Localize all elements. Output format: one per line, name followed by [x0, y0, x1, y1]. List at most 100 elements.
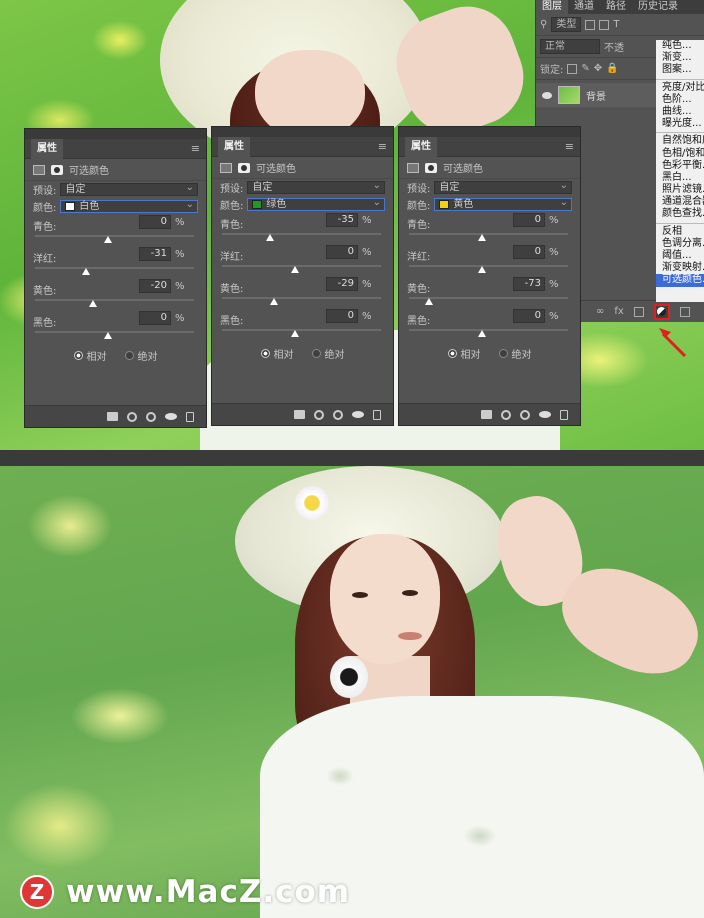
slider-handle[interactable]: [265, 234, 274, 241]
fx-icon[interactable]: fx: [614, 306, 623, 317]
slider-value-input[interactable]: -73: [513, 277, 545, 291]
trash-icon[interactable]: [560, 409, 568, 420]
menu-item-photo-filter[interactable]: 照片滤镜...: [656, 184, 704, 196]
slider-track[interactable]: [409, 329, 568, 331]
reset-icon[interactable]: [520, 409, 530, 420]
trash-icon[interactable]: [186, 411, 194, 422]
tab-properties[interactable]: 属性: [405, 136, 437, 157]
radio-relative[interactable]: 相对: [73, 348, 107, 363]
slider-value-input[interactable]: -20: [139, 279, 171, 293]
mask-icon[interactable]: [633, 306, 644, 317]
slider-value-input[interactable]: 0: [326, 245, 358, 259]
view-previous-icon[interactable]: [127, 411, 137, 422]
adjustment-layer-button[interactable]: [653, 303, 670, 320]
slider-handle[interactable]: [477, 266, 486, 273]
folder-icon[interactable]: [679, 306, 690, 317]
mask-icon[interactable]: [425, 162, 437, 173]
radio-relative[interactable]: 相对: [260, 346, 294, 361]
trash-icon[interactable]: [373, 409, 381, 420]
slider-track[interactable]: [222, 265, 381, 267]
filter-type-icon[interactable]: T: [613, 19, 619, 30]
slider-track[interactable]: [35, 331, 194, 333]
slider-value-input[interactable]: -29: [326, 277, 358, 291]
panel-menu-icon[interactable]: ≡: [565, 140, 574, 153]
menu-item-invert[interactable]: 反相: [656, 226, 704, 238]
adjustment-icon[interactable]: [407, 162, 419, 173]
panel-grip[interactable]: [399, 127, 580, 137]
slider-track[interactable]: [409, 265, 568, 267]
eye-icon[interactable]: [165, 413, 177, 420]
color-select[interactable]: 白色: [60, 199, 198, 213]
slider-value-input[interactable]: 0: [139, 311, 171, 325]
eye-icon[interactable]: [539, 411, 551, 418]
slider-handle[interactable]: [81, 268, 90, 275]
slider-value-input[interactable]: -31: [139, 247, 171, 261]
menu-item-exposure[interactable]: 曝光度...: [656, 118, 704, 130]
menu-item-threshold[interactable]: 阈值...: [656, 250, 704, 262]
menu-item-pattern[interactable]: 图案...: [656, 64, 704, 76]
menu-item-color-balance[interactable]: 色彩平衡...: [656, 160, 704, 172]
slider-value-input[interactable]: 0: [513, 213, 545, 227]
slider-value-input[interactable]: 0: [513, 309, 545, 323]
menu-item-solid-color[interactable]: 纯色...: [656, 40, 704, 52]
clip-layer-icon[interactable]: [294, 410, 305, 419]
adjustment-icon[interactable]: [220, 162, 232, 173]
filter-pixel-icon[interactable]: [585, 19, 596, 30]
blend-mode-select[interactable]: 正常: [540, 39, 600, 54]
radio-absolute[interactable]: 绝对: [124, 348, 158, 363]
layer-filter-select[interactable]: 类型: [551, 17, 582, 32]
slider-track[interactable]: [222, 297, 381, 299]
mask-icon[interactable]: [238, 162, 250, 173]
slider-handle[interactable]: [290, 266, 299, 273]
eye-icon[interactable]: [542, 91, 552, 99]
slider-value-input[interactable]: 0: [139, 215, 171, 229]
preset-select[interactable]: 自定: [434, 180, 572, 194]
tab-layers[interactable]: 图层: [536, 0, 568, 14]
menu-item-levels[interactable]: 色阶...: [656, 94, 704, 106]
radio-relative[interactable]: 相对: [447, 346, 481, 361]
slider-track[interactable]: [222, 233, 381, 235]
tab-properties[interactable]: 属性: [31, 138, 63, 159]
slider-handle[interactable]: [290, 330, 299, 337]
filter-adjust-icon[interactable]: [599, 19, 610, 30]
menu-item-curves[interactable]: 曲线...: [656, 106, 704, 118]
panel-grip[interactable]: [25, 129, 206, 139]
menu-item-vibrance[interactable]: 自然饱和度...: [656, 135, 704, 147]
brush-icon[interactable]: ✎: [581, 63, 589, 74]
slider-track[interactable]: [35, 267, 194, 269]
slider-handle[interactable]: [103, 236, 112, 243]
slider-handle[interactable]: [270, 298, 279, 305]
tab-properties[interactable]: 属性: [218, 136, 250, 157]
menu-item-selective-color[interactable]: 可选颜色...: [656, 274, 704, 287]
slider-value-input[interactable]: -35: [326, 213, 358, 227]
lock-pixels-icon[interactable]: [567, 63, 578, 74]
tab-history[interactable]: 历史记录: [632, 0, 684, 14]
color-select[interactable]: 黄色: [434, 197, 572, 211]
menu-item-channel-mixer[interactable]: 通道混合器...: [656, 196, 704, 208]
clip-layer-icon[interactable]: [481, 410, 492, 419]
radio-absolute[interactable]: 绝对: [498, 346, 532, 361]
clip-layer-icon[interactable]: [107, 412, 118, 421]
adjustment-icon[interactable]: [33, 164, 45, 175]
view-previous-icon[interactable]: [501, 409, 511, 420]
panel-menu-icon[interactable]: ≡: [378, 140, 387, 153]
slider-value-input[interactable]: 0: [513, 245, 545, 259]
mask-icon[interactable]: [51, 164, 63, 175]
tab-paths[interactable]: 路径: [600, 0, 632, 14]
move-icon[interactable]: ✥: [594, 63, 602, 74]
menu-item-black-white[interactable]: 黑白...: [656, 172, 704, 184]
slider-track[interactable]: [222, 329, 381, 331]
tab-channels[interactable]: 通道: [568, 0, 600, 14]
menu-item-gradient[interactable]: 渐变...: [656, 52, 704, 64]
slider-track[interactable]: [35, 235, 194, 237]
preset-select[interactable]: 自定: [60, 182, 198, 196]
menu-item-color-lookup[interactable]: 颜色查找...: [656, 208, 704, 220]
slider-handle[interactable]: [425, 298, 434, 305]
panel-menu-icon[interactable]: ≡: [191, 142, 200, 155]
view-previous-icon[interactable]: [314, 409, 324, 420]
reset-icon[interactable]: [333, 409, 343, 420]
menu-item-gradient-map[interactable]: 渐变映射...: [656, 262, 704, 274]
menu-item-hue-saturation[interactable]: 色相/饱和度...: [656, 148, 704, 160]
color-select[interactable]: 绿色: [247, 197, 385, 211]
preset-select[interactable]: 自定: [247, 180, 385, 194]
